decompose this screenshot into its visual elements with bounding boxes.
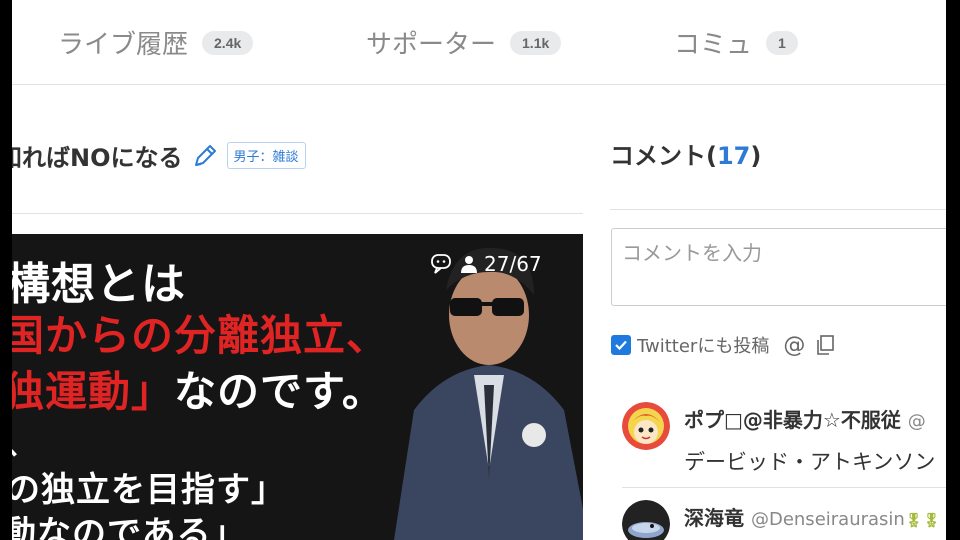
comments-heading: コメント(17) <box>610 136 761 171</box>
tab-supporters-count: 1.1k <box>510 30 562 55</box>
comments-count-close: ) <box>750 142 762 170</box>
at-icon[interactable]: @ <box>783 333 805 358</box>
check-icon <box>615 340 627 351</box>
comment-icon <box>431 254 451 274</box>
comment-author[interactable]: 深海竜 @Denseiraurasin🎖🎖 <box>684 502 940 531</box>
caption-line: 独運動」なのです。 <box>12 358 385 419</box>
tab-community-label: コミュ <box>674 30 753 60</box>
comment-input[interactable] <box>611 228 946 306</box>
broadcast-title-row: 知ればNOになる 男子：雑談 <box>12 138 306 173</box>
broadcast-title: 知ればNOになる <box>12 144 183 172</box>
caption-line: 国からの分離独立、 <box>12 311 390 360</box>
avatar[interactable] <box>622 402 670 450</box>
avatar[interactable] <box>622 500 670 540</box>
comment-author-badge: 🎖🎖 <box>904 513 941 529</box>
tab-supporters-label: サポーター <box>366 30 497 60</box>
copy-icon[interactable] <box>815 334 835 356</box>
twitter-post-label: Twitterにも投稿 <box>637 336 770 357</box>
page: ライブ履歴 2.4k サポーター 1.1k コミュ 1 知ればNOになる 男子：… <box>12 0 946 540</box>
tab-live-history-count: 2.4k <box>202 30 254 55</box>
tab-community-count: 1 <box>766 30 798 55</box>
twitter-post-checkbox[interactable] <box>611 335 631 355</box>
viewer-count: 27/67 <box>484 252 542 276</box>
tab-live-history[interactable]: ライブ履歴 2.4k <box>58 24 254 61</box>
divider <box>622 487 946 488</box>
broadcaster-photo <box>394 247 583 540</box>
comment-author-name: ポプ□@非暴力☆不服従 <box>684 408 901 432</box>
tab-live-history-label: ライブ履歴 <box>58 30 189 60</box>
caption-line: 、 <box>12 419 37 463</box>
comment-author[interactable]: ポプ□@非暴力☆不服従 @ <box>684 404 926 433</box>
twitter-post-row: Twitterにも投稿 @ <box>611 332 835 358</box>
divider <box>12 213 583 214</box>
profile-tabs: ライブ履歴 2.4k サポーター 1.1k コミュ 1 <box>12 0 946 85</box>
person-icon <box>461 256 477 273</box>
comments-count-open: ( <box>706 142 717 170</box>
divider <box>610 209 946 210</box>
caption-white-text: なのです。 <box>174 367 385 416</box>
comment-text: デービッド・アトキンソン <box>684 450 936 474</box>
video-player[interactable]: 構想とは 国からの分離独立、 独運動」なのです。 、 の独立を目指す」 動なので… <box>12 234 583 540</box>
pencil-icon[interactable] <box>191 142 219 170</box>
comment-author-name: 深海竜 <box>684 506 744 530</box>
comments-heading-label: コメント <box>610 142 706 170</box>
category-tag[interactable]: 男子：雑談 <box>226 142 306 169</box>
tab-community[interactable]: コミュ 1 <box>674 24 798 61</box>
comment-author-handle: @ <box>907 411 926 432</box>
caption-red-text: 独運動」 <box>12 367 175 416</box>
comment-author-handle: @Denseiraurasin <box>750 509 905 530</box>
comments-count: 17 <box>716 142 751 170</box>
viewer-counter: 27/67 <box>430 252 542 276</box>
caption-line: 動なのである」 <box>12 514 247 540</box>
caption-line: の独立を目指す」 <box>12 470 286 510</box>
tab-supporters[interactable]: サポーター 1.1k <box>366 24 562 61</box>
